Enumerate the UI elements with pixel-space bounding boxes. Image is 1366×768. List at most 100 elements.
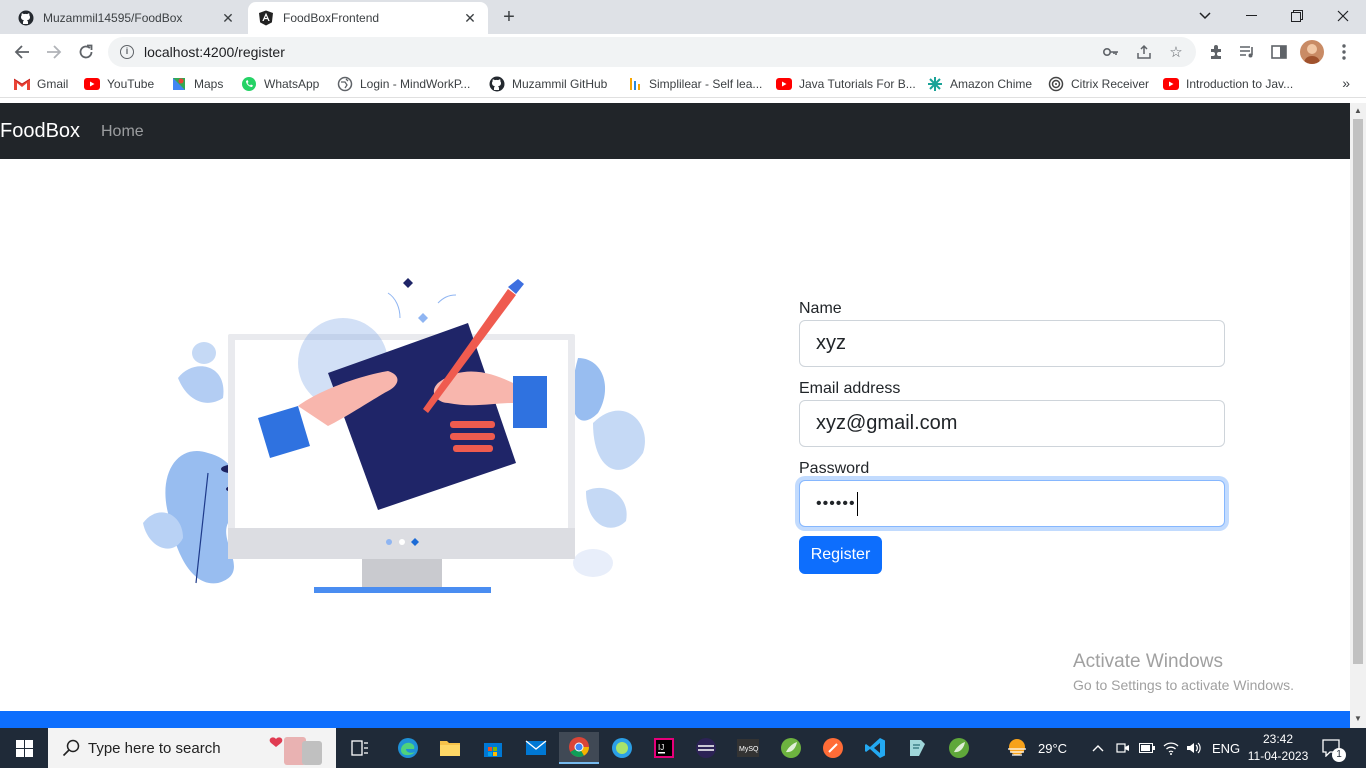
address-bar[interactable]: i localhost:4200/register	[108, 37, 1196, 67]
close-icon[interactable]: ✕	[220, 10, 236, 26]
restore-button[interactable]	[1274, 0, 1320, 32]
bookmark-citrix[interactable]: Citrix Receiver	[1048, 75, 1149, 93]
notes-app-icon[interactable]	[897, 732, 937, 764]
citrix-icon	[1048, 76, 1064, 92]
bookmark-mindworkp[interactable]: Login - MindWorkP...	[337, 75, 470, 93]
minimize-button[interactable]	[1228, 0, 1274, 32]
navbar-brand[interactable]: FoodBox	[0, 120, 80, 143]
globe-icon	[337, 76, 353, 92]
language-indicator[interactable]: ENG	[1212, 728, 1240, 768]
angular-icon	[258, 10, 274, 26]
scroll-down-icon[interactable]: ▼	[1353, 714, 1363, 724]
reload-button[interactable]	[72, 38, 100, 66]
tab-github[interactable]: Muzammil14595/FoodBox ✕	[8, 2, 246, 34]
windows-icon	[15, 739, 33, 757]
bookmark-muzammil-github[interactable]: Muzammil GitHub	[489, 75, 607, 93]
file-explorer-icon[interactable]	[430, 732, 470, 764]
share-icon[interactable]	[1134, 42, 1154, 62]
extensions-icon[interactable]	[1206, 42, 1226, 62]
bookmark-star-icon[interactable]: ☆	[1166, 42, 1186, 62]
youtube-icon	[776, 76, 792, 92]
github-icon	[489, 76, 505, 92]
start-button[interactable]	[0, 728, 48, 768]
vscode-icon[interactable]	[855, 732, 895, 764]
clock-date: 11-04-2023	[1247, 749, 1309, 763]
bookmark-simplilearn[interactable]: Simplilear - Self lea...	[626, 75, 762, 93]
bookmark-java-tutorials[interactable]: Java Tutorials For B...	[776, 75, 916, 93]
youtube-icon	[1163, 76, 1179, 92]
edge-icon[interactable]	[388, 732, 428, 764]
svg-text:MySQL: MySQL	[739, 746, 759, 753]
spring-tools-icon[interactable]	[771, 732, 811, 764]
app-orb-icon[interactable]	[602, 732, 642, 764]
simplilearn-icon	[626, 76, 642, 92]
search-highlight-icon	[269, 737, 322, 765]
search-icon	[62, 739, 80, 757]
bookmarks-overflow-button[interactable]: »	[1342, 75, 1350, 91]
forward-button[interactable]	[40, 38, 68, 66]
mysql-workbench-icon[interactable]: MySQL	[728, 732, 768, 764]
scroll-up-icon[interactable]: ▲	[1353, 106, 1363, 116]
wifi-icon[interactable]	[1163, 728, 1179, 768]
youtube-icon	[84, 76, 100, 92]
profile-avatar[interactable]	[1300, 40, 1324, 64]
watermark-subtitle: Go to Settings to activate Windows.	[1073, 677, 1294, 693]
nav-link-home[interactable]: Home	[101, 123, 144, 141]
bookmark-amazon-chime[interactable]: Amazon Chime	[927, 75, 1032, 93]
page-scrollbar[interactable]: ▲ ▼	[1350, 103, 1366, 728]
bookmark-maps[interactable]: Maps	[171, 75, 223, 93]
spring-boot-icon[interactable]	[939, 732, 979, 764]
store-icon[interactable]	[473, 732, 513, 764]
intellij-icon[interactable]: IJ	[644, 732, 684, 764]
browser-tab-strip: Muzammil14595/FoodBox ✕ FoodBoxFrontend …	[0, 0, 1366, 34]
menu-kebab-icon[interactable]	[1334, 42, 1354, 62]
eclipse-icon[interactable]	[686, 732, 726, 764]
media-control-icon[interactable]	[1237, 42, 1257, 62]
bookmark-intro-java[interactable]: Introduction to Jav...	[1163, 75, 1293, 93]
notification-center[interactable]: 1	[1322, 728, 1346, 768]
maps-icon	[171, 76, 187, 92]
web-page: FoodBox Home Name xyz Email address xyz@…	[0, 103, 1350, 728]
site-info-icon[interactable]: i	[120, 45, 134, 59]
page-footer	[0, 711, 1350, 728]
bookmark-youtube[interactable]: YouTube	[84, 75, 154, 93]
weather-icon	[1008, 739, 1026, 756]
name-input-value: xyz	[816, 332, 846, 354]
email-input-value: xyz@gmail.com	[816, 412, 958, 434]
bookmarks-bar: Gmail YouTube Maps WhatsApp Login - Mind…	[0, 70, 1366, 98]
bookmark-whatsapp[interactable]: WhatsApp	[241, 75, 319, 93]
password-input-value: ••••••	[816, 494, 856, 512]
register-illustration	[143, 278, 645, 593]
volume-icon[interactable]	[1186, 728, 1202, 768]
tab-foodboxfrontend[interactable]: FoodBoxFrontend ✕	[248, 2, 488, 34]
app-navbar: FoodBox Home	[0, 103, 1350, 159]
activate-windows-watermark: Activate Windows Go to Settings to activ…	[1073, 651, 1294, 693]
close-window-button[interactable]	[1320, 0, 1366, 32]
battery-icon[interactable]	[1139, 728, 1155, 768]
chrome-icon[interactable]	[559, 732, 599, 764]
show-hidden-icons[interactable]	[1092, 728, 1104, 768]
email-input[interactable]: xyz@gmail.com	[799, 400, 1225, 447]
task-view-icon[interactable]	[340, 732, 380, 764]
name-input[interactable]: xyz	[799, 320, 1225, 367]
chevron-up-icon	[1092, 745, 1104, 752]
taskbar-clock[interactable]: 23:42 11-04-2023	[1238, 731, 1318, 765]
chime-icon	[927, 76, 943, 92]
tab-search-icon[interactable]	[1182, 0, 1228, 32]
key-icon[interactable]	[1101, 42, 1121, 62]
postman-icon[interactable]	[813, 732, 853, 764]
side-panel-icon[interactable]	[1269, 42, 1289, 62]
meet-now-icon[interactable]	[1116, 728, 1130, 768]
close-icon[interactable]: ✕	[462, 10, 478, 26]
mail-icon[interactable]	[516, 732, 556, 764]
tab-title: FoodBoxFrontend	[283, 11, 380, 25]
taskbar-search-box[interactable]: Type here to search	[48, 728, 336, 768]
new-tab-button[interactable]: +	[498, 6, 520, 28]
back-button[interactable]	[8, 38, 36, 66]
bookmark-gmail[interactable]: Gmail	[14, 75, 68, 93]
weather-widget[interactable]: 29°C	[1004, 728, 1067, 768]
register-button[interactable]: Register	[799, 536, 882, 574]
scrollbar-thumb[interactable]	[1353, 119, 1363, 664]
svg-text:IJ: IJ	[658, 743, 664, 752]
password-input[interactable]: ••••••	[799, 480, 1225, 527]
